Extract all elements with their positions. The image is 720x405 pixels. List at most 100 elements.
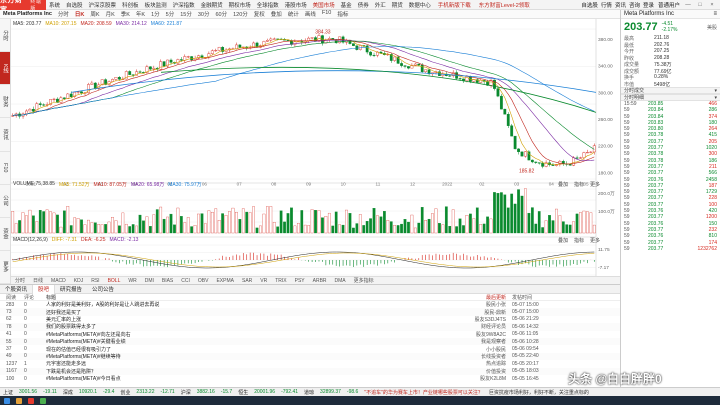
news-row[interactable]: 73 0 还好我还是买了 股民-鼎新 05-07 15:00 [0,308,620,316]
news-title-link[interactable]: #MetaPlatforms(META)#今日看点 [46,375,416,382]
news-row[interactable]: 37 0 现在的估值已经很有吸引力了 小小股民 05-06 09:54 [0,345,620,353]
menu-item[interactable]: 数据中心 [406,1,434,9]
period-tab[interactable]: 日K [72,10,87,18]
user-label[interactable]: 普通用户 [658,1,680,9]
period-tab[interactable]: 统计 [285,10,302,18]
news-title-link[interactable]: #MetaPlatforms(META)#关键看业绩 [46,338,416,345]
top-link[interactable]: 自选股 [581,1,598,9]
news-title-link[interactable]: 美元汇率的上涨 [46,316,416,323]
period-tab[interactable]: 60分 [212,10,230,18]
menu-item[interactable]: 自选股 [63,1,86,9]
menu-item[interactable]: 系统 [46,1,63,9]
news-title-link[interactable]: 元宇宙还能走多远 [46,360,416,367]
header-post-time[interactable]: 发帖时间 [512,294,572,301]
period-tab[interactable]: 120分 [230,10,251,18]
indicator-tab[interactable]: SAR [238,278,256,284]
left-tab[interactable]: 财务 [0,85,10,119]
section-detail[interactable]: 分时明细 ▾ [621,94,720,101]
indicator-tab[interactable]: 分时 [11,277,29,284]
left-tab[interactable]: 资金 [0,218,10,251]
indicator-tab[interactable]: KDJ [70,278,87,284]
promo-level2[interactable]: 东方财富Level-2领取 [475,1,534,9]
menu-item[interactable]: 沪深指数 [170,1,198,9]
news-author[interactable]: 股民小张 [416,301,512,308]
menu-item[interactable]: 全球指数 [254,1,282,9]
menu-item[interactable]: 期权市场 [226,1,254,9]
period-tab[interactable]: 季K [118,10,133,18]
folder-icon[interactable] [16,397,22,404]
indicator-tab[interactable]: VR [256,278,271,284]
news-row[interactable]: 55 0 #MetaPlatforms(META)#关键看业绩 我是观察者 05-06 … [0,337,620,346]
news-row[interactable]: 78 0 我们的股票跌得太多了 财经评论员 05-06 14:32 [0,323,620,331]
indicator-tab[interactable]: 日线 [29,277,47,284]
left-tab[interactable]: 分时 [0,19,10,53]
indicator-tab[interactable]: DMI [141,278,158,284]
news-row[interactable]: 283 0 人家的利好是美利好，A股的利好是让人跳进去再说 股民小张 05-07 15:… [0,301,620,309]
news-row[interactable]: 49 0 #MetaPlatforms(META)#继续等待 长线投资者 05-05 2… [0,352,620,361]
trade-list[interactable]: 15:59 203.85 466 59 203.84 286 59 203.84 374 59 20… [621,101,720,252]
period-tab[interactable]: 30分 [195,10,213,18]
news-tab[interactable]: 公司公告 [87,285,119,293]
menu-item[interactable]: 港股市场 [282,1,310,9]
news-author[interactable]: 股民-鼎新 [416,309,512,316]
index-label[interactable]: 深成 [60,389,76,396]
news-author[interactable]: 财经评论员 [416,323,512,330]
left-tab[interactable]: F10 [0,152,10,185]
header-title[interactable]: 标题 [46,294,416,301]
sub-control[interactable]: 更多 [590,237,600,244]
menu-item[interactable]: 债券 [355,1,372,9]
left-tab[interactable]: 更多 [0,251,10,284]
top-link[interactable]: 行情 [601,1,612,9]
period-tab[interactable]: 画线 [302,10,319,18]
period-tab[interactable]: 1分 [148,10,163,18]
left-tab[interactable]: 公司 [0,185,10,218]
left-tab[interactable]: K线 [0,52,10,86]
news-author[interactable]: 股友K2L8M [416,375,512,382]
status-news-ticker[interactable]: "不追车"的华为赛车上市！产业链哪些股票可以关注？ [361,389,486,396]
news-author[interactable]: 小小股民 [416,346,512,353]
header-last-update[interactable]: 最后更新 [416,294,512,301]
news-title-link[interactable]: 我们的股票跌得太多了 [46,323,416,330]
indicator-tab[interactable]: OBV [194,278,213,284]
menu-item[interactable]: 科创板 [119,1,142,9]
menu-item[interactable]: 基金 [338,1,355,9]
indicator-tab[interactable]: BIAS [158,278,177,284]
sub-control[interactable]: 叠加 [558,237,568,244]
indicator-tab[interactable]: WR [124,278,140,284]
menu-item[interactable]: 期货 [389,1,406,9]
indicator-tab[interactable]: EXPMA [212,278,238,284]
index-label[interactable]: 创业 [117,389,133,396]
indicator-tab[interactable]: ARBR [309,278,331,284]
news-author[interactable]: 长线投资者 [416,353,512,360]
promo-mobile-download[interactable]: 手机新版下载 [434,1,475,9]
news-author[interactable]: 热点追踪 [416,360,512,367]
section-trades[interactable]: 分时成交 ▾ [621,87,720,94]
header-comments[interactable]: 评论 [24,294,46,301]
news-title-link[interactable]: #MetaPlatforms(META)#向左还是向右 [46,331,416,338]
menu-item[interactable]: 沪深京股票 [86,1,120,9]
status-news-2[interactable]: 巨资抗疫市场利好，利好不断，关注重点标的 [486,389,592,396]
indicator-tab[interactable]: TRIX [271,278,290,284]
period-tab[interactable]: 指标 [334,10,351,18]
period-tab[interactable]: 复权 [251,10,268,18]
news-row[interactable]: 1237 1 元宇宙还能走多远 热点追踪 05-05 20:17 [0,360,620,368]
menu-item[interactable]: 美国市场 [310,1,338,9]
news-title-link[interactable]: 人家的利好是美利好，A股的利好是让人跳进去再说 [46,301,416,308]
kline-chart[interactable]: 384.33 185.82 380.00 340.00 300.00 260.00 220.… [11,19,620,277]
news-title-link[interactable]: 下跌是机会还是陷阱？ [46,368,416,375]
index-label[interactable]: 恒生 [235,389,251,396]
news-author[interactable]: 股友S3DJ4TS [416,316,512,323]
windows-start-icon[interactable] [4,397,10,404]
quote-menu-icon[interactable]: ≡ [713,11,717,17]
index-label[interactable]: 道琼 [301,389,317,396]
sub-control[interactable]: 指标 [574,237,584,244]
indicator-tab[interactable]: BOLL [104,278,125,284]
sub-control[interactable]: 指标 [574,181,584,188]
indicator-tab[interactable]: CCI [177,278,194,284]
menu-item[interactable]: 板块监测 [142,1,170,9]
app-logo[interactable]: 东方财富 终端版 [0,0,46,14]
news-title-link[interactable]: 现在的估值已经很有吸引力了 [46,346,416,353]
news-author[interactable]: 我是观察者 [416,338,512,345]
left-tab[interactable]: 资讯 [0,118,10,152]
maximize-icon[interactable]: □ [696,2,704,8]
